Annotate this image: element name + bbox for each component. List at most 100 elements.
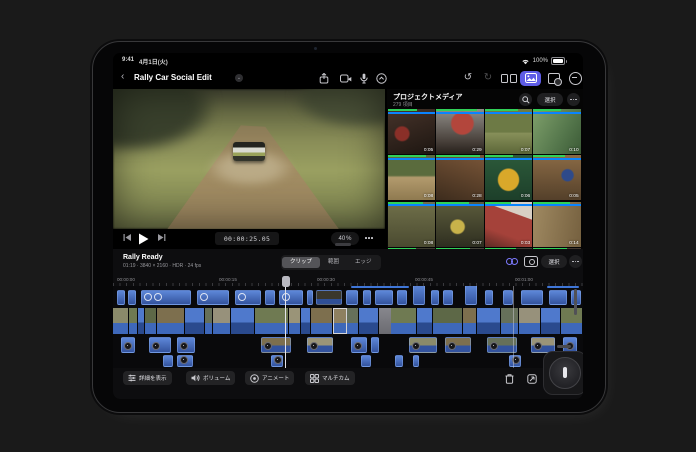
undo-button[interactable]: ↺: [461, 71, 475, 85]
media-more-button[interactable]: [567, 93, 580, 106]
connected-audio-clip[interactable]: [445, 337, 471, 353]
share-button[interactable]: [317, 71, 331, 85]
show-details-button[interactable]: 詳細を表示: [123, 371, 172, 385]
connected-audio-clip[interactable]: [395, 355, 403, 367]
primary-clip[interactable]: [417, 308, 433, 334]
title-chevron-icon[interactable]: ⌄: [235, 74, 243, 82]
clone-button[interactable]: [547, 71, 561, 85]
connected-clip[interactable]: [128, 290, 136, 305]
media-thumbnail[interactable]: 0:28: [436, 155, 483, 200]
primary-clip[interactable]: [463, 308, 477, 334]
playhead-handle[interactable]: [282, 276, 290, 287]
media-thumbnail[interactable]: 0:03: [485, 202, 532, 247]
primary-clip[interactable]: [255, 308, 289, 334]
connected-clip[interactable]: [521, 290, 543, 305]
media-thumbnail[interactable]: 0:07: [485, 109, 532, 154]
connected-clip[interactable]: [431, 290, 439, 305]
connected-clip[interactable]: [197, 290, 229, 305]
connected-clip[interactable]: [413, 286, 425, 305]
primary-clip[interactable]: [145, 308, 157, 334]
jog-wheel-grab-handle[interactable]: [557, 345, 571, 348]
media-thumbnail[interactable]: 0:06: [485, 155, 532, 200]
redo-button[interactable]: ↻: [481, 71, 495, 85]
camera-button[interactable]: [339, 71, 353, 85]
primary-clip[interactable]: [231, 308, 255, 334]
connected-clip[interactable]: [485, 290, 493, 305]
timeline-scrollbar[interactable]: [574, 289, 577, 315]
connected-audio-clip[interactable]: [351, 337, 367, 353]
connected-clip[interactable]: [375, 290, 393, 305]
connect-clips-button[interactable]: [503, 255, 521, 268]
viewer-more-button[interactable]: [365, 237, 373, 239]
media-thumbnail[interactable]: 0:14: [533, 202, 580, 247]
primary-clip[interactable]: [333, 308, 347, 334]
connected-audio-clip[interactable]: [271, 355, 283, 367]
video-viewer[interactable]: [113, 89, 385, 229]
skip-back-button[interactable]: [123, 233, 132, 244]
multicam-button[interactable]: マルチカム: [305, 371, 355, 385]
media-thumbnail[interactable]: 0:05: [533, 155, 580, 200]
jog-wheel-panel[interactable]: [543, 351, 583, 395]
primary-clip[interactable]: [289, 308, 301, 334]
connected-clip[interactable]: [307, 290, 313, 305]
primary-clip[interactable]: [205, 308, 213, 334]
connected-clip[interactable]: [346, 290, 358, 305]
volume-button[interactable]: ボリューム: [186, 371, 235, 385]
dual-pane-button[interactable]: [502, 71, 516, 85]
primary-clip[interactable]: [519, 308, 541, 334]
primary-clip[interactable]: [501, 308, 519, 334]
connected-clip[interactable]: [363, 290, 371, 305]
primary-clip[interactable]: [129, 308, 138, 334]
primary-clip[interactable]: [561, 308, 583, 334]
media-thumbnail[interactable]: 0:08: [388, 155, 435, 200]
primary-clip[interactable]: [138, 308, 145, 334]
primary-clip[interactable]: [433, 308, 463, 334]
primary-clip[interactable]: [113, 308, 129, 334]
primary-clip[interactable]: [541, 308, 561, 334]
connected-audio-clip[interactable]: [409, 337, 437, 353]
overwrite-button[interactable]: [525, 372, 538, 385]
connected-clip[interactable]: [316, 290, 342, 305]
media-select-button[interactable]: 選択: [537, 93, 563, 106]
play-button[interactable]: [138, 233, 149, 247]
connected-clip[interactable]: [235, 290, 261, 305]
primary-clip[interactable]: [157, 308, 185, 334]
tool-clip[interactable]: クリップ: [282, 257, 320, 268]
media-thumbnail[interactable]: 0:08: [388, 202, 435, 247]
tool-range[interactable]: 範囲: [320, 257, 347, 268]
timeline-more-button[interactable]: [569, 255, 582, 268]
connected-audio-clip[interactable]: [509, 355, 521, 367]
record-button[interactable]: [374, 71, 388, 85]
skip-forward-button[interactable]: [157, 233, 166, 244]
primary-clip[interactable]: [311, 308, 333, 334]
primary-clip[interactable]: [347, 308, 359, 334]
connected-clip[interactable]: [397, 290, 407, 305]
connected-audio-clip[interactable]: [163, 355, 173, 367]
playhead[interactable]: [285, 277, 286, 368]
tool-edge[interactable]: エッジ: [347, 257, 380, 268]
connected-audio-clip[interactable]: [361, 355, 371, 367]
primary-clip[interactable]: [185, 308, 205, 334]
jog-wheel-toggle-button[interactable]: [523, 255, 539, 268]
connected-audio-clip[interactable]: [413, 355, 419, 367]
jog-wheel[interactable]: [549, 357, 581, 389]
primary-clip[interactable]: [359, 308, 379, 334]
animate-button[interactable]: アニメート: [245, 371, 294, 385]
media-browser-button[interactable]: [520, 71, 541, 86]
connected-clip[interactable]: [265, 290, 275, 305]
more-circle-button[interactable]: [568, 71, 582, 85]
connected-audio-clip[interactable]: [121, 337, 135, 353]
media-thumbnail[interactable]: 0:05: [388, 109, 435, 154]
primary-clip[interactable]: [391, 308, 417, 334]
back-button[interactable]: ‹: [121, 71, 124, 83]
connected-audio-clip[interactable]: [177, 337, 195, 353]
connected-audio-clip[interactable]: [261, 337, 291, 353]
connected-clip[interactable]: [549, 290, 567, 305]
media-thumbnail[interactable]: 0:07: [436, 202, 483, 247]
connected-audio-clip[interactable]: [307, 337, 333, 353]
primary-clip[interactable]: [213, 308, 231, 334]
timecode-display[interactable]: 00:00:25.05: [215, 232, 279, 245]
connected-audio-clip[interactable]: [371, 337, 379, 353]
media-thumbnail[interactable]: 0:10: [533, 109, 580, 154]
connected-clip[interactable]: [465, 286, 477, 305]
